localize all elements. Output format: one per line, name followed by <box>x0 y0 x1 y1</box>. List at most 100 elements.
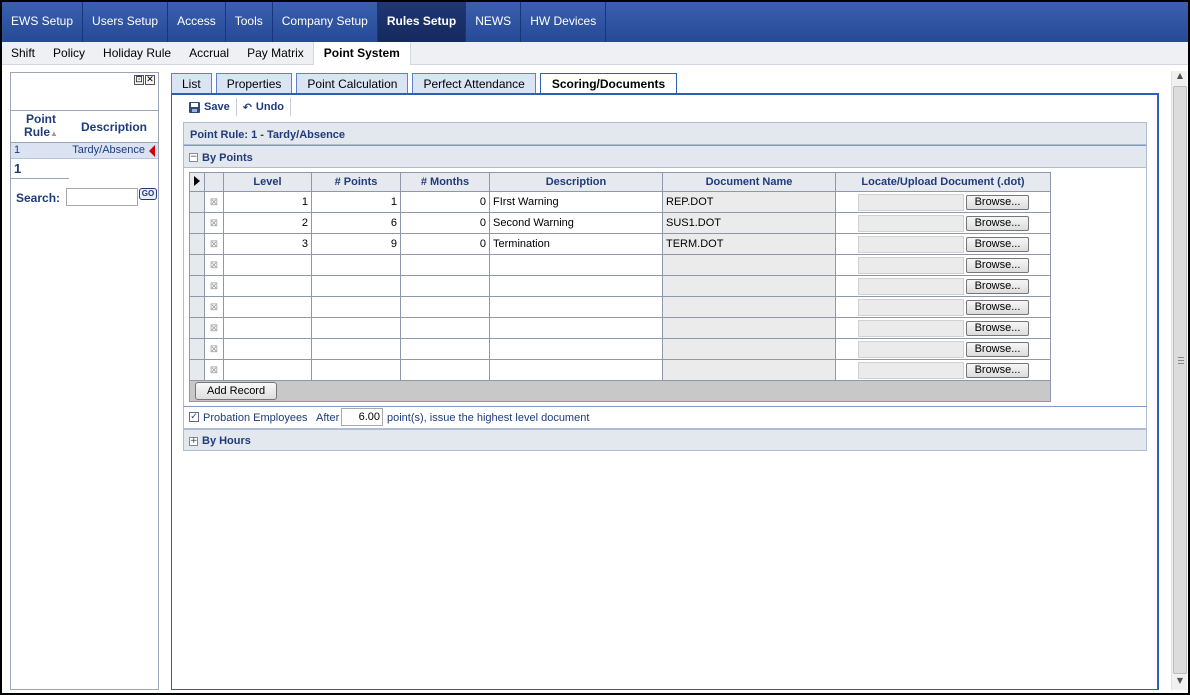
pin-icon[interactable]: ⊡ <box>134 75 144 85</box>
table-row[interactable]: ⊠ Browse... <box>189 359 1051 381</box>
level-cell[interactable] <box>223 359 312 381</box>
delete-row-icon[interactable]: ⊠ <box>204 296 224 318</box>
months-cell[interactable] <box>400 317 490 339</box>
save-button[interactable]: Save <box>187 98 237 116</box>
expand-icon[interactable]: + <box>189 437 198 446</box>
delete-row-icon[interactable]: ⊠ <box>204 254 224 276</box>
delete-row-icon[interactable]: ⊠ <box>204 338 224 360</box>
points-cell[interactable]: 1 <box>311 191 401 213</box>
table-row[interactable]: ⊠ 2 6 0 Second Warning SUS1.DOT Browse... <box>189 212 1051 234</box>
description-cell[interactable]: Second Warning <box>489 212 663 234</box>
row-selector[interactable] <box>189 233 205 255</box>
months-cell[interactable] <box>400 296 490 318</box>
row-selector[interactable] <box>189 275 205 297</box>
description-cell[interactable] <box>489 296 663 318</box>
top-nav-item-rules-setup[interactable]: Rules Setup <box>377 2 467 42</box>
months-cell[interactable] <box>400 275 490 297</box>
level-cell[interactable]: 3 <box>223 233 312 255</box>
browse-button[interactable]: Browse... <box>966 215 1029 231</box>
by-hours-section-header[interactable]: + By Hours <box>183 429 1147 451</box>
browse-button[interactable]: Browse... <box>966 278 1029 294</box>
browse-button[interactable]: Browse... <box>966 194 1029 210</box>
description-column-header[interactable]: Description <box>81 120 147 134</box>
table-row[interactable]: ⊠ Browse... <box>189 254 1051 276</box>
row-selector[interactable] <box>189 338 205 360</box>
left-grid-row[interactable]: 1 Tardy/Absence <box>11 143 158 159</box>
level-cell[interactable] <box>223 254 312 276</box>
points-cell[interactable] <box>311 296 401 318</box>
sub-nav-item-point-system[interactable]: Point System <box>312 42 411 65</box>
add-record-button[interactable]: Add Record <box>195 382 278 400</box>
description-cell[interactable] <box>489 359 663 381</box>
level-cell[interactable] <box>223 338 312 360</box>
probation-points-input[interactable] <box>341 408 383 426</box>
vertical-scrollbar[interactable]: ▲ ▼ <box>1171 71 1187 690</box>
search-input[interactable] <box>66 188 138 206</box>
browse-button[interactable]: Browse... <box>966 341 1029 357</box>
upload-path-field[interactable] <box>858 214 964 232</box>
scroll-up-icon[interactable]: ▲ <box>1172 71 1188 85</box>
probation-checkbox[interactable]: ✓ <box>189 412 199 422</box>
description-cell[interactable] <box>489 275 663 297</box>
months-cell[interactable] <box>400 359 490 381</box>
top-nav-item-hw-devices[interactable]: HW Devices <box>521 2 607 42</box>
row-selector[interactable] <box>189 296 205 318</box>
table-row[interactable]: ⊠ Browse... <box>189 317 1051 339</box>
tab-point-calculation[interactable]: Point Calculation <box>296 73 409 94</box>
table-row[interactable]: ⊠ Browse... <box>189 275 1051 297</box>
sub-nav-item-policy[interactable]: Policy <box>44 42 94 65</box>
description-cell[interactable]: FIrst Warning <box>489 191 663 213</box>
tab-properties[interactable]: Properties <box>215 73 293 94</box>
level-cell[interactable] <box>223 317 312 339</box>
description-cell[interactable]: Termination <box>489 233 663 255</box>
table-row[interactable]: ⊠ 3 9 0 Termination TERM.DOT Browse... <box>189 233 1051 255</box>
description-cell[interactable] <box>489 254 663 276</box>
level-cell[interactable] <box>223 275 312 297</box>
upload-path-field[interactable] <box>858 298 964 316</box>
delete-row-icon[interactable]: ⊠ <box>204 317 224 339</box>
points-cell[interactable]: 9 <box>311 233 401 255</box>
go-button[interactable]: GO <box>139 188 157 200</box>
browse-button[interactable]: Browse... <box>966 362 1029 378</box>
delete-row-icon[interactable]: ⊠ <box>204 275 224 297</box>
sub-nav-item-pay-matrix[interactable]: Pay Matrix <box>238 42 313 65</box>
row-selector[interactable] <box>189 191 205 213</box>
table-row[interactable]: ⊠ Browse... <box>189 296 1051 318</box>
delete-row-icon[interactable]: ⊠ <box>204 212 224 234</box>
upload-path-field[interactable] <box>858 256 964 274</box>
description-cell[interactable] <box>489 317 663 339</box>
months-cell[interactable]: 0 <box>400 191 490 213</box>
close-icon[interactable]: ✕ <box>145 75 155 85</box>
top-nav-item-company-setup[interactable]: Company Setup <box>273 2 378 42</box>
scroll-thumb[interactable] <box>1173 86 1187 674</box>
level-cell[interactable]: 2 <box>223 212 312 234</box>
top-nav-item-ews-setup[interactable]: EWS Setup <box>2 2 84 42</box>
top-nav-item-access[interactable]: Access <box>168 2 226 42</box>
upload-path-field[interactable] <box>858 193 964 211</box>
collapse-icon[interactable]: − <box>189 153 198 162</box>
point-rule-column-header[interactable]: Point Rule▲ <box>21 113 61 140</box>
description-cell[interactable] <box>489 338 663 360</box>
browse-button[interactable]: Browse... <box>966 299 1029 315</box>
tab-perfect-attendance[interactable]: Perfect Attendance <box>412 73 536 94</box>
top-nav-item-tools[interactable]: Tools <box>226 2 273 42</box>
delete-row-icon[interactable]: ⊠ <box>204 191 224 213</box>
sub-nav-item-accrual[interactable]: Accrual <box>180 42 238 65</box>
row-selector[interactable] <box>189 359 205 381</box>
row-selector[interactable] <box>189 317 205 339</box>
browse-button[interactable]: Browse... <box>966 320 1029 336</box>
points-cell[interactable] <box>311 359 401 381</box>
level-cell[interactable] <box>223 296 312 318</box>
sub-nav-item-holiday-rule[interactable]: Holiday Rule <box>94 42 180 65</box>
top-nav-item-news[interactable]: NEWS <box>466 2 522 42</box>
points-cell[interactable] <box>311 338 401 360</box>
scroll-down-icon[interactable]: ▼ <box>1172 676 1188 690</box>
table-row[interactable]: ⊠ 1 1 0 FIrst Warning REP.DOT Browse... <box>189 191 1051 213</box>
row-selector[interactable] <box>189 254 205 276</box>
months-cell[interactable]: 0 <box>400 233 490 255</box>
points-cell[interactable]: 6 <box>311 212 401 234</box>
level-cell[interactable]: 1 <box>223 191 312 213</box>
table-row[interactable]: ⊠ Browse... <box>189 338 1051 360</box>
top-nav-item-users-setup[interactable]: Users Setup <box>83 2 169 42</box>
browse-button[interactable]: Browse... <box>966 236 1029 252</box>
